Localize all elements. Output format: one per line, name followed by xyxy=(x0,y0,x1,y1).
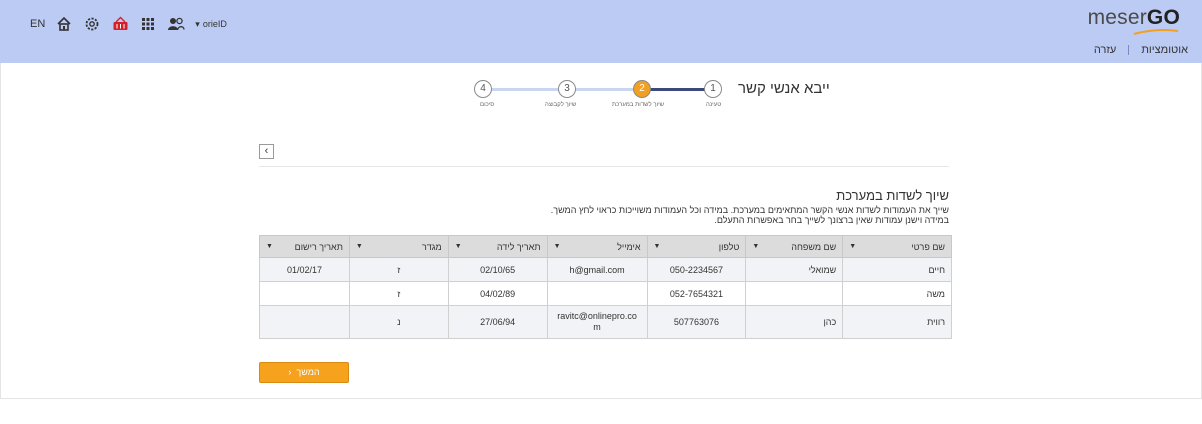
home-icon[interactable] xyxy=(55,15,73,33)
section-description-line-1: שייך את העמודות לשדות אנשי הקשר המתאימים… xyxy=(550,205,949,215)
table-cell: שמואלי xyxy=(745,257,844,282)
table-cell xyxy=(745,281,844,306)
step-label-1: טעינה xyxy=(706,102,722,108)
dropdown-arrow-icon: ▼ xyxy=(849,243,857,250)
column-select-email[interactable]: אימייל ▼ xyxy=(546,235,648,258)
back-button[interactable]: ‹ xyxy=(259,144,274,159)
table-row: רווית כהן 507763076 ravitc@onlinepro.co … xyxy=(259,305,952,339)
column-select-first-name[interactable]: שם פרטי ▼ xyxy=(842,235,952,258)
column-select-last-name[interactable]: שם משפחה ▼ xyxy=(745,235,844,258)
table-cell: 507763076 xyxy=(646,305,747,339)
step-circle-4: 4 xyxy=(474,80,492,98)
continue-label: המשך xyxy=(296,367,320,377)
brand-logo-bold-text: GO xyxy=(1146,6,1180,29)
column-select-birth-date[interactable]: תאריך לידה ▼ xyxy=(447,235,548,258)
table-cell: כהן xyxy=(745,305,844,339)
chevron-left-icon: ‹ xyxy=(288,367,294,377)
brand-logo[interactable]: meserGO xyxy=(1088,6,1180,30)
table-cell: ravitc@onlinepro.co m xyxy=(546,305,648,339)
column-label: שם משפחה xyxy=(791,241,837,252)
table-cell: משה xyxy=(842,281,952,306)
table-cell: h@gmail.com xyxy=(546,257,648,282)
column-label: אימייל xyxy=(617,241,641,252)
step-circle-1: 1 xyxy=(704,80,722,98)
column-select-registration-date[interactable]: תאריך רישום ▼ xyxy=(259,235,350,258)
dropdown-arrow-icon: ▼ xyxy=(553,243,561,250)
user-menu[interactable]: ▾ orieID xyxy=(195,19,227,30)
column-label: מגדר xyxy=(421,241,442,252)
top-bar: EN ▾ orieID meserGO אוטומציות עזרה xyxy=(0,0,1202,63)
apps-grid-icon[interactable] xyxy=(139,15,157,33)
dropdown-arrow-icon: ▼ xyxy=(752,243,760,250)
step-label-4: סיכום xyxy=(480,102,495,108)
column-label: טלפון xyxy=(718,241,740,252)
table-cell: ז xyxy=(348,281,449,306)
table-cell: ז xyxy=(348,257,449,282)
dropdown-arrow-icon: ▼ xyxy=(653,243,661,250)
table-row: משה 052-7654321 04/02/89 ז xyxy=(259,281,952,306)
dropdown-arrow-icon: ▼ xyxy=(355,243,363,250)
username-label: orieID xyxy=(202,19,227,29)
top-nav: אוטומציות עזרה xyxy=(1094,44,1188,56)
section-title: שיוך לשדות במערכת xyxy=(836,188,949,203)
table-cell xyxy=(259,281,350,306)
dropdown-arrow-icon: ▼ xyxy=(454,243,462,250)
table-cell: נ xyxy=(348,305,449,339)
divider xyxy=(259,166,949,167)
table-cell xyxy=(259,305,350,339)
nav-divider xyxy=(1128,45,1130,55)
brand-swoosh-icon xyxy=(1133,29,1179,35)
users-icon[interactable] xyxy=(167,15,185,33)
table-cell: 02/10/65 xyxy=(447,257,548,282)
column-label: תאריך רישום xyxy=(294,241,343,252)
brand-logo-light-text: meser xyxy=(1087,6,1147,29)
chevron-left-icon: ‹ xyxy=(264,145,269,157)
table-cell: רווית xyxy=(842,305,952,339)
table-cell xyxy=(546,281,648,306)
step-circle-2: 2 xyxy=(633,80,651,98)
caret-down-icon: ▾ xyxy=(195,18,200,29)
step-label-2: שיוך לשדות במערכת xyxy=(612,102,665,108)
field-mapping-table: שם פרטי ▼ שם משפחה ▼ טלפון ▼ אימייל ▼ תאריך … xyxy=(259,235,952,339)
step-label-3: שיוך לקבוצה xyxy=(545,102,577,108)
table-cell: 27/06/94 xyxy=(447,305,548,339)
table-cell: 052-7654321 xyxy=(646,281,747,306)
language-switch[interactable]: EN xyxy=(30,18,45,30)
step-circle-3: 3 xyxy=(558,80,576,98)
column-label: שם פרטי xyxy=(911,241,945,252)
table-cell: חיים xyxy=(842,257,952,282)
column-select-phone[interactable]: טלפון ▼ xyxy=(646,235,747,258)
gear-icon[interactable] xyxy=(83,15,101,33)
dropdown-arrow-icon: ▼ xyxy=(266,243,273,250)
column-select-gender[interactable]: מגדר ▼ xyxy=(348,235,449,258)
nav-help[interactable]: עזרה xyxy=(1094,44,1116,56)
continue-button[interactable]: המשך ‹ xyxy=(259,362,349,383)
basket-icon[interactable] xyxy=(111,15,129,33)
table-cell: 04/02/89 xyxy=(447,281,548,306)
section-description-line-2: במידה וישנן עמודות שאין ברצונך לשייך בחר… xyxy=(714,215,949,225)
table-cell: 050-2234567 xyxy=(646,257,747,282)
table-cell: 01/02/17 xyxy=(259,257,350,282)
table-row: חיים שמואלי 050-2234567 h@gmail.com 02/1… xyxy=(259,257,952,282)
section-description: שייך את העמודות לשדות אנשי הקשר המתאימים… xyxy=(449,205,949,225)
column-label: תאריך לידה xyxy=(496,241,541,252)
page-title: ייבא אנשי קשר xyxy=(738,80,830,97)
header-tools: EN ▾ orieID xyxy=(30,14,227,34)
wizard-steps: 1 טעינה 2 שיוך לשדות במערכת 3 שיוך לקבוצ… xyxy=(470,80,730,120)
table-header-row: שם פרטי ▼ שם משפחה ▼ טלפון ▼ אימייל ▼ תאריך … xyxy=(259,235,952,258)
nav-automations[interactable]: אוטומציות xyxy=(1141,44,1188,56)
